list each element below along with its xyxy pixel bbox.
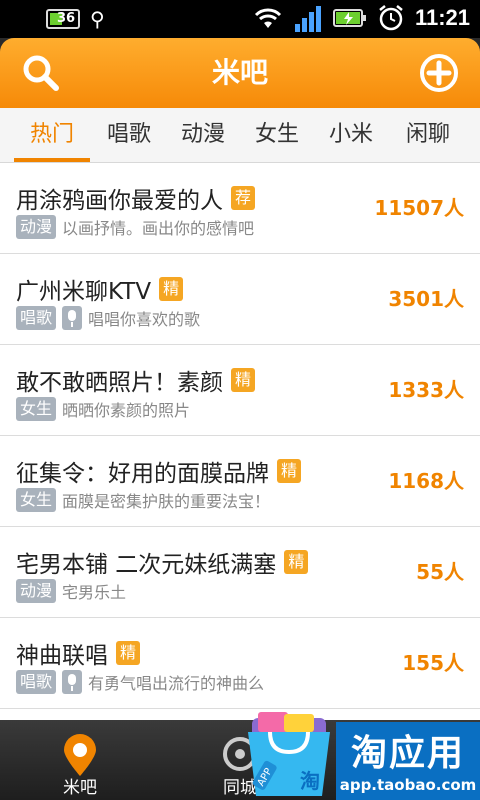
ad-url: app.taobao.com — [339, 776, 477, 794]
item-sub-line: 动漫 宅男乐土 — [16, 579, 126, 603]
tab-anime[interactable]: 动漫 — [166, 108, 240, 162]
category-tabs: 热门 唱歌 动漫 女生 小米 闲聊 — [0, 108, 480, 163]
list-item[interactable]: 敢不敢晒照片！素颜 精 女生 晒晒你素颜的照片 1333人 — [0, 345, 480, 436]
item-sub-line: 动漫 以画抒情。画出你的感情吧 — [16, 215, 254, 239]
item-sub-line: 唱歌 有勇气唱出流行的神曲么 — [16, 670, 264, 694]
nav-label: 米吧 — [63, 778, 97, 798]
item-title-line: 征集令：好用的面膜品牌 精 — [16, 454, 302, 488]
app-header: 米吧 — [0, 38, 480, 108]
battery-indicator-small: 36 — [46, 9, 80, 29]
item-sub-line: 唱歌 唱唱你喜欢的歌 — [16, 306, 200, 330]
tab-hot[interactable]: 热门 — [14, 108, 90, 162]
featured-badge: 精 — [284, 550, 309, 574]
alarm-icon — [379, 5, 403, 31]
battery-small-level: 36 — [57, 11, 76, 26]
item-subtitle: 面膜是密集护肤的重要法宝！ — [62, 492, 271, 511]
item-title: 宅男本铺 二次元妹纸满塞 — [16, 552, 277, 578]
member-count: 155人 — [402, 651, 464, 675]
item-title-line: 神曲联唱 精 — [16, 636, 141, 670]
tab-chat[interactable]: 闲聊 — [388, 108, 468, 162]
item-sub-line: 女生 晒晒你素颜的照片 — [16, 397, 190, 421]
item-subtitle: 有勇气唱出流行的神曲么 — [88, 674, 265, 693]
tab-singing[interactable]: 唱歌 — [92, 108, 166, 162]
tab-girls[interactable]: 女生 — [240, 108, 314, 162]
battery-icon — [332, 9, 366, 27]
item-title: 广州米聊KTV — [16, 279, 152, 305]
list-item[interactable]: 用涂鸦画你最爱的人 荐 动漫 以画抒情。画出你的感情吧 11507人 — [0, 163, 480, 254]
category-tag: 女生 — [16, 488, 57, 512]
item-title-line: 宅男本铺 二次元妹纸满塞 精 — [16, 545, 309, 579]
category-tag: 唱歌 — [16, 306, 57, 330]
list-item[interactable]: 神曲联唱 精 唱歌 有勇气唱出流行的神曲么 155人 — [0, 618, 480, 709]
active-tab-indicator — [14, 158, 90, 162]
location-pin-icon — [64, 734, 96, 776]
featured-badge: 精 — [159, 277, 184, 301]
taobao-app-ad[interactable]: 淘 APP 淘应用 app.taobao.com — [244, 700, 480, 800]
member-count: 1168人 — [388, 469, 464, 493]
recommend-badge: 荐 — [231, 186, 256, 210]
status-bar: 36 ⚲ 11:21 — [0, 0, 480, 38]
member-count: 1333人 — [388, 378, 464, 402]
item-subtitle: 宅男乐土 — [62, 583, 127, 602]
usb-icon: ⚲ — [90, 7, 105, 31]
list-item[interactable]: 征集令：好用的面膜品牌 精 女生 面膜是密集护肤的重要法宝！ 1168人 — [0, 436, 480, 527]
item-title: 征集令：好用的面膜品牌 — [16, 461, 269, 487]
page-title: 米吧 — [211, 56, 268, 89]
item-subtitle: 唱唱你喜欢的歌 — [88, 310, 201, 329]
member-count: 11507人 — [374, 196, 464, 220]
member-count: 55人 — [416, 560, 464, 584]
nav-miba[interactable]: 米吧 — [30, 720, 130, 800]
item-title-line: 广州米聊KTV 精 — [16, 272, 184, 306]
signal-icon — [294, 6, 321, 32]
featured-badge: 精 — [231, 368, 256, 392]
status-left: 36 ⚲ — [46, 7, 105, 31]
category-tag: 女生 — [16, 397, 57, 421]
category-tag: 动漫 — [16, 215, 57, 239]
ad-banner: 淘应用 app.taobao.com — [336, 722, 480, 800]
item-sub-line: 女生 面膜是密集护肤的重要法宝！ — [16, 488, 270, 512]
item-title: 敢不敢晒照片！素颜 — [16, 370, 223, 396]
ad-title: 淘应用 — [350, 733, 465, 774]
item-title: 神曲联唱 — [16, 643, 108, 669]
microphone-icon — [62, 306, 83, 330]
item-subtitle: 以画抒情。画出你的感情吧 — [62, 219, 255, 238]
item-title: 用涂鸦画你最爱的人 — [16, 188, 223, 214]
topic-list: 用涂鸦画你最爱的人 荐 动漫 以画抒情。画出你的感情吧 11507人 广州米聊K… — [0, 163, 480, 720]
bag-text: 淘 — [300, 769, 320, 793]
shopping-bag-icon: 淘 APP — [248, 712, 330, 796]
list-item[interactable]: 广州米聊KTV 精 唱歌 唱唱你喜欢的歌 3501人 — [0, 254, 480, 345]
category-tag: 动漫 — [16, 579, 57, 603]
category-tag: 唱歌 — [16, 670, 57, 694]
featured-badge: 精 — [277, 459, 302, 483]
item-subtitle: 晒晒你素颜的照片 — [62, 401, 191, 420]
item-title-line: 用涂鸦画你最爱的人 荐 — [16, 181, 256, 215]
list-item[interactable]: 宅男本铺 二次元妹纸满塞 精 动漫 宅男乐土 55人 — [0, 527, 480, 618]
add-button[interactable] — [418, 52, 460, 94]
status-time: 11:21 — [414, 5, 470, 30]
plus-circle-icon — [420, 54, 458, 92]
featured-badge: 精 — [116, 641, 141, 665]
item-title-line: 敢不敢晒照片！素颜 精 — [16, 363, 256, 397]
member-count: 3501人 — [388, 287, 464, 311]
tab-xiaomi[interactable]: 小米 — [314, 108, 388, 162]
microphone-icon — [62, 670, 83, 694]
wifi-icon — [254, 8, 281, 28]
status-right: 11:21 — [253, 4, 470, 32]
